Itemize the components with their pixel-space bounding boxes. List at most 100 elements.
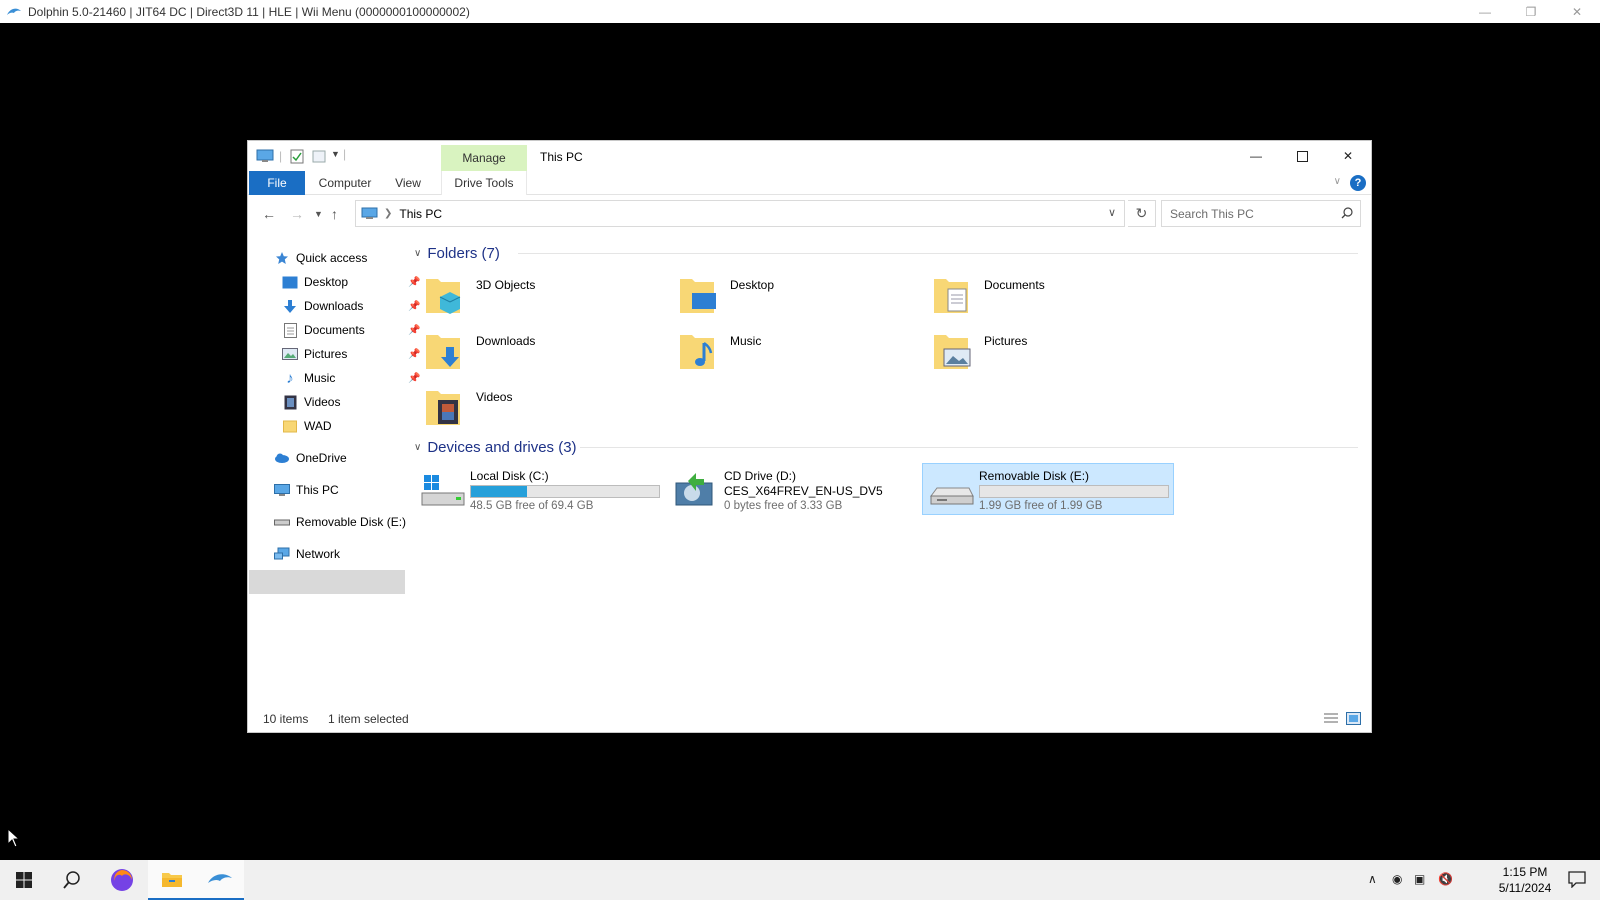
ribbon-tabs: File Computer View Drive Tools ∨ ? <box>248 171 1371 195</box>
nav-item-downloads[interactable]: Downloads 📌 <box>282 295 420 317</box>
drives-group-header[interactable]: ∨ Devices and drives (3) <box>414 437 577 457</box>
nav-item-pictures[interactable]: Pictures 📌 <box>282 343 420 365</box>
new-folder-icon[interactable] <box>312 149 326 164</box>
nav-item-desktop[interactable]: Desktop 📌 <box>282 271 420 293</box>
nav-network[interactable]: Network <box>274 543 340 565</box>
firefox-icon <box>111 869 133 891</box>
breadcrumb-separator-icon[interactable]: ❯ <box>384 208 392 219</box>
qat-customize-icon[interactable]: ▼ <box>331 149 340 159</box>
computer-icon[interactable] <box>256 149 274 163</box>
taskbar-search-button[interactable] <box>48 860 96 900</box>
this-pc-icon <box>361 207 378 219</box>
tab-file[interactable]: File <box>249 171 305 195</box>
nav-onedrive[interactable]: OneDrive <box>274 447 347 469</box>
dolphin-minimize-button[interactable]: — <box>1462 0 1508 23</box>
action-center-icon[interactable] <box>1568 871 1586 888</box>
details-view-icon[interactable] <box>1323 712 1339 725</box>
chevron-down-icon[interactable]: ∨ <box>414 248 421 259</box>
music-folder-icon <box>680 335 714 369</box>
clock-date: 5/11/2024 <box>1498 881 1552 895</box>
search-input[interactable] <box>1162 206 1332 221</box>
network-icon[interactable]: ▣ <box>1414 872 1425 886</box>
search-icon[interactable] <box>1341 207 1353 219</box>
status-bar: 10 items 1 item selected <box>248 706 1371 732</box>
folder-videos[interactable]: Videos <box>414 385 664 437</box>
nav-quick-access[interactable]: Quick access <box>274 247 367 269</box>
start-button[interactable] <box>0 860 48 900</box>
breadcrumb-this-pc[interactable]: This PC <box>399 207 442 221</box>
group-title: Devices and drives (3) <box>427 438 577 456</box>
drive-usage-bar <box>979 485 1169 498</box>
dolphin-title: Dolphin 5.0-21460 | JIT64 DC | Direct3D … <box>28 4 470 19</box>
documents-folder-icon <box>934 279 968 313</box>
dolphin-close-button[interactable]: ✕ <box>1554 0 1600 23</box>
download-arrow-icon <box>282 298 298 314</box>
tab-computer[interactable]: Computer <box>314 171 376 195</box>
taskbar-dolphin[interactable] <box>196 860 244 900</box>
explorer-window: | ▼ | Manage This PC — ✕ File Computer V… <box>247 140 1372 733</box>
address-dropdown-icon[interactable]: ∨ <box>1108 206 1116 219</box>
nav-item-videos[interactable]: Videos <box>282 391 340 413</box>
large-icons-view-icon[interactable] <box>1346 712 1361 725</box>
desktop-folder-icon <box>680 279 716 313</box>
drive-cd-d[interactable]: CD Drive (D:) CES_X64FREV_EN-US_DV5 0 by… <box>668 465 920 517</box>
dolphin-restore-button[interactable]: ❐ <box>1508 0 1554 23</box>
navigation-row: ← → ▼ ↑ ❯ This PC ∨ ↻ <box>248 197 1371 231</box>
folder-documents[interactable]: Documents <box>922 273 1172 325</box>
folder-pictures[interactable]: Pictures <box>922 329 1172 381</box>
nav-item-music[interactable]: ♪ Music 📌 <box>282 367 420 389</box>
properties-icon[interactable] <box>290 149 304 164</box>
close-button[interactable]: ✕ <box>1325 141 1371 171</box>
meet-now-icon[interactable]: ◉ <box>1392 872 1402 886</box>
chevron-up-icon[interactable]: ∧ <box>1368 872 1377 886</box>
network-icon <box>274 546 290 562</box>
quick-access-toolbar: | ▼ | Manage This PC — ✕ <box>248 141 1371 171</box>
nav-label: Music <box>304 371 336 385</box>
tab-view[interactable]: View <box>388 171 428 195</box>
folder-desktop[interactable]: Desktop <box>668 273 918 325</box>
drive-removable-e[interactable]: Removable Disk (E:) 1.99 GB free of 1.99… <box>922 463 1174 515</box>
recent-locations-icon[interactable]: ▼ <box>314 209 323 219</box>
back-arrow-icon[interactable]: ← <box>262 206 276 222</box>
group-divider <box>580 447 1358 448</box>
tab-drive-tools[interactable]: Drive Tools <box>441 171 527 195</box>
clock[interactable]: 1:15 PM 5/11/2024 <box>1490 864 1560 896</box>
address-bar[interactable]: ❯ This PC ∨ <box>355 200 1125 227</box>
chevron-down-icon[interactable]: ∨ <box>414 442 421 453</box>
drive-local-disk-c[interactable]: Local Disk (C:) 48.5 GB free of 69.4 GB <box>414 465 666 517</box>
search-box[interactable] <box>1161 200 1361 227</box>
up-arrow-icon[interactable]: ↑ <box>331 206 338 222</box>
folder-downloads[interactable]: Downloads <box>414 329 664 381</box>
windows-logo-icon <box>16 872 32 888</box>
nav-label: WAD <box>304 419 332 433</box>
manage-contextual-tab[interactable]: Manage <box>441 145 527 171</box>
help-icon[interactable]: ? <box>1350 175 1366 191</box>
refresh-button[interactable]: ↻ <box>1128 200 1156 227</box>
nav-item-wad[interactable]: WAD <box>282 415 332 437</box>
star-icon <box>274 250 290 266</box>
refresh-icon: ↻ <box>1135 205 1148 221</box>
chevron-down-icon[interactable]: ∨ <box>1334 176 1341 187</box>
system-tray: ∧ ◉ ▣ 🔇 1:15 PM 5/11/2024 <box>1360 860 1600 900</box>
taskbar-firefox[interactable] <box>98 860 146 900</box>
maximize-button[interactable] <box>1279 141 1325 171</box>
group-divider <box>518 253 1358 254</box>
film-icon <box>282 394 298 410</box>
volume-muted-icon[interactable]: 🔇 <box>1438 872 1453 886</box>
drive-usage-fill <box>471 486 528 497</box>
folder-3d-objects[interactable]: 3D Objects <box>414 273 664 325</box>
nav-label: Quick access <box>296 251 368 265</box>
taskbar-file-explorer[interactable] <box>148 860 196 900</box>
item-count: 10 items <box>263 712 309 726</box>
nav-removable-disk[interactable]: Removable Disk (E:) <box>274 511 406 533</box>
nav-label: Removable Disk (E:) <box>296 515 407 529</box>
folders-group-header[interactable]: ∨ Folders (7) <box>414 243 500 263</box>
nav-item-documents[interactable]: Documents 📌 <box>282 319 420 341</box>
downloads-folder-icon <box>426 335 460 369</box>
forward-arrow-icon[interactable]: → <box>290 206 304 222</box>
this-pc-icon <box>274 482 290 498</box>
nav-this-pc[interactable]: This PC <box>274 479 339 501</box>
minimize-button[interactable]: — <box>1233 141 1279 171</box>
folder-music[interactable]: Music <box>668 329 918 381</box>
nav-label: This PC <box>296 483 339 497</box>
